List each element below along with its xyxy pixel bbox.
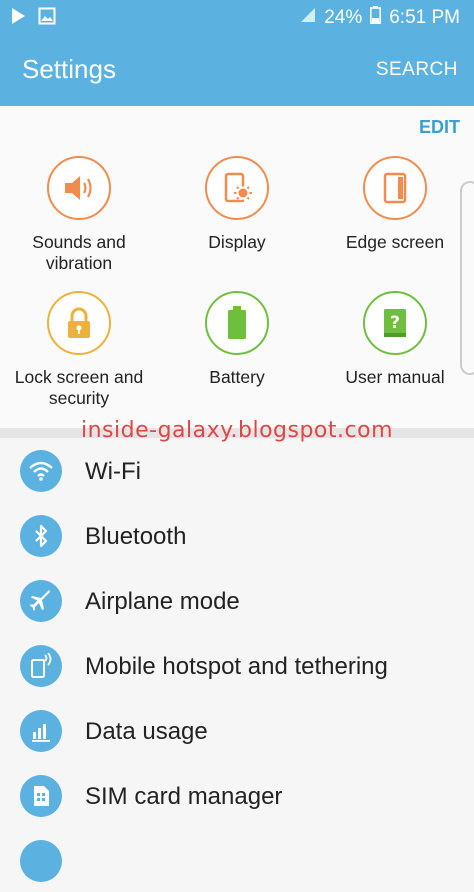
status-bar: 24% 6:51 PM	[0, 0, 474, 34]
wifi-icon	[20, 450, 62, 492]
settings-item-mobile-hotspot[interactable]: Mobile hotspot and tethering	[0, 633, 474, 697]
search-button[interactable]: SEARCH	[376, 59, 458, 81]
battery-status-icon	[370, 6, 382, 30]
settings-item-label: Airplane mode	[85, 588, 240, 615]
quick-setting-lock-screen-and-security[interactable]: Lock screen and security	[0, 291, 159, 409]
play-notification-icon	[10, 7, 26, 30]
settings-item-label: Bluetooth	[85, 523, 187, 550]
quick-setting-label: User manual	[345, 367, 445, 387]
settings-item-data-usage[interactable]: Data usage	[0, 698, 474, 762]
app-bar: Settings SEARCH	[0, 34, 474, 106]
page-title: Settings	[22, 54, 116, 84]
quick-setting-display[interactable]: Display	[157, 156, 317, 253]
data-usage-icon	[20, 710, 62, 752]
quick-setting-edge-screen[interactable]: Edge screen	[315, 156, 474, 253]
battery-percent: 24%	[324, 7, 363, 28]
hotspot-icon	[20, 645, 62, 687]
image-notification-icon	[38, 7, 56, 30]
quick-setting-label: Battery	[209, 367, 265, 387]
settings-item-label: Data usage	[85, 718, 208, 745]
quick-setting-label: Display	[208, 232, 266, 252]
battery-icon	[205, 291, 269, 355]
quick-setting-sounds-and-vibration[interactable]: Sounds and vibration	[0, 156, 159, 274]
settings-item-label: Wi-Fi	[85, 458, 141, 485]
settings-item-wifi[interactable]: Wi-Fi	[0, 438, 474, 502]
edge-screen-icon	[363, 156, 427, 220]
quick-setting-label: Lock screen and security	[14, 367, 144, 408]
quick-setting-label: Sounds and vibration	[32, 232, 126, 273]
speaker-icon	[47, 156, 111, 220]
settings-item-partial[interactable]	[0, 828, 474, 892]
sim-card-icon	[20, 775, 62, 817]
display-brightness-icon	[205, 156, 269, 220]
airplane-icon	[20, 580, 62, 622]
partial-list-icon	[20, 840, 62, 882]
lock-icon	[47, 291, 111, 355]
bluetooth-icon	[20, 515, 62, 557]
quick-setting-battery[interactable]: Battery	[157, 291, 317, 388]
settings-item-airplane-mode[interactable]: Airplane mode	[0, 568, 474, 632]
settings-item-bluetooth[interactable]: Bluetooth	[0, 503, 474, 567]
quick-setting-label: Edge screen	[345, 232, 445, 252]
quick-settings-panel: EDIT Sounds and vibration Display Edge s…	[0, 106, 474, 428]
signal-icon	[300, 7, 316, 29]
settings-item-label: SIM card manager	[85, 783, 283, 810]
settings-item-label: Mobile hotspot and tethering	[85, 653, 388, 680]
edit-button[interactable]: EDIT	[419, 117, 460, 138]
quick-setting-user-manual[interactable]: ? User manual	[315, 291, 474, 388]
manual-book-icon: ?	[363, 291, 427, 355]
settings-item-sim-card-manager[interactable]: SIM card manager	[0, 763, 474, 827]
clock: 6:51 PM	[389, 7, 460, 28]
svg-text:?: ?	[390, 313, 400, 333]
